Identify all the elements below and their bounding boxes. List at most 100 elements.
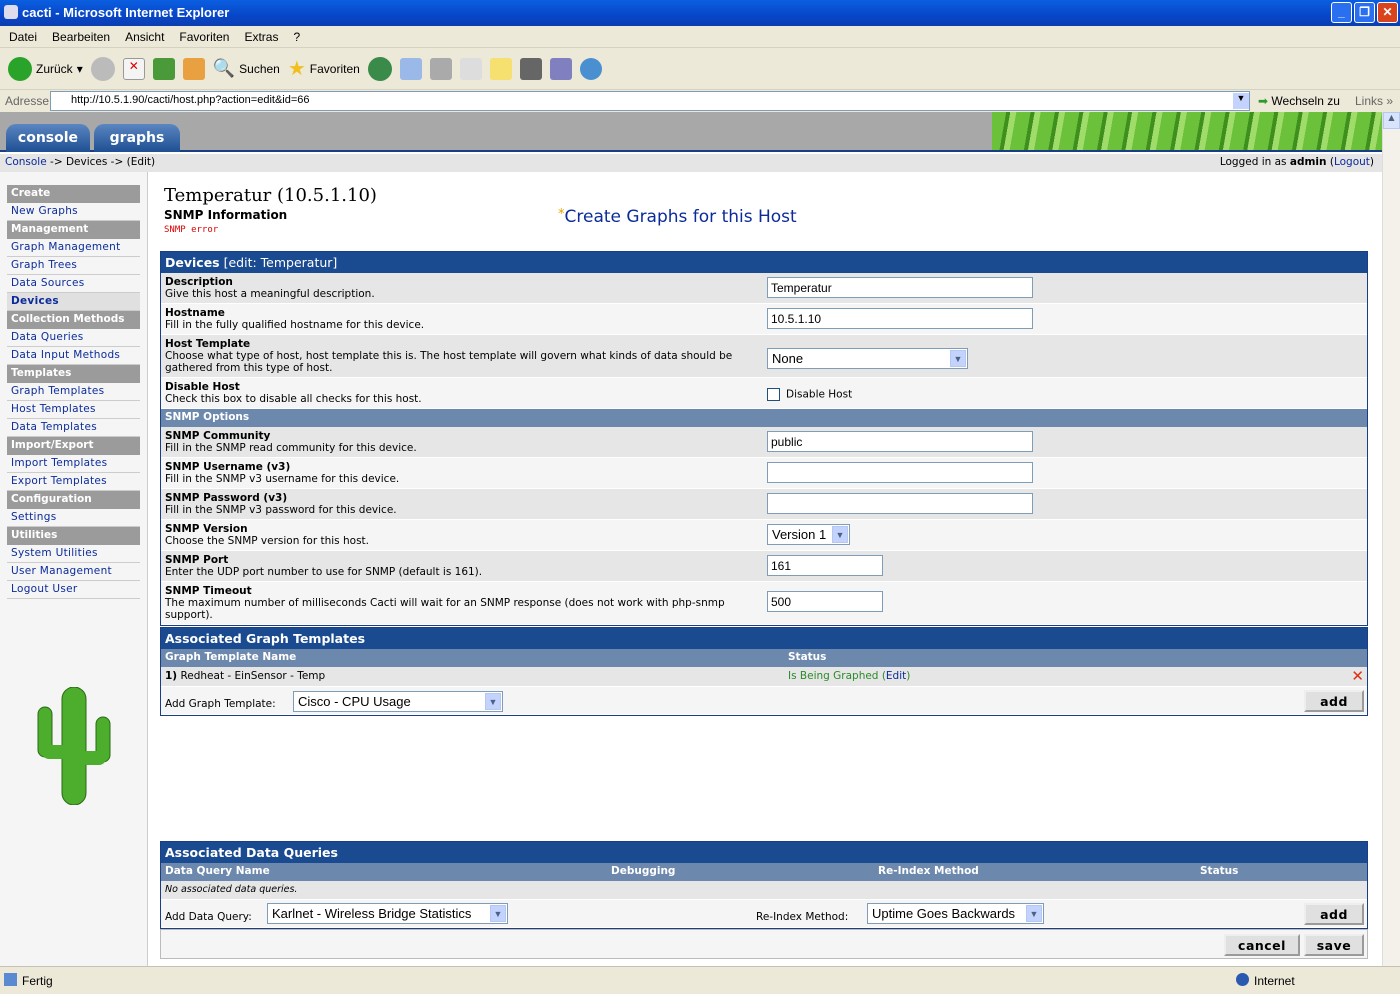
sidebar-item-data-queries[interactable]: Data Queries xyxy=(7,329,140,347)
host-template-select[interactable]: None ▼ xyxy=(767,348,968,369)
favorites-button[interactable]: ★ Favoriten xyxy=(288,56,360,81)
menu-datei[interactable]: Datei xyxy=(9,30,37,47)
page-icon xyxy=(4,973,17,986)
col-status: Status xyxy=(1200,865,1239,877)
address-input[interactable]: http://10.5.1.90/cacti/host.php?action=e… xyxy=(50,91,1250,111)
close-button[interactable]: ✕ xyxy=(1377,2,1398,23)
sidebar-header: Management xyxy=(7,221,140,239)
snmp-version-select[interactable]: Version 1 ▼ xyxy=(767,524,850,545)
graph-templates-title: Associated Graph Templates xyxy=(165,631,366,646)
field-control xyxy=(767,431,1033,452)
disable-host-checkbox[interactable] xyxy=(767,388,780,401)
sidebar-item-data-input-methods[interactable]: Data Input Methods xyxy=(7,347,140,365)
hostname-input[interactable] xyxy=(767,308,1033,329)
description-input[interactable] xyxy=(767,277,1033,298)
logout-link[interactable]: Logout xyxy=(1334,156,1370,168)
snmp-timeout-input[interactable] xyxy=(767,591,883,612)
mobile-button[interactable] xyxy=(519,57,542,80)
print-button[interactable] xyxy=(429,57,452,80)
sidebar: Create New Graphs Management Graph Manageme… xyxy=(0,172,148,966)
messenger-button[interactable] xyxy=(579,57,602,80)
sidebar-item-export-templates[interactable]: Export Templates xyxy=(7,473,140,491)
breadcrumb-console[interactable]: Console xyxy=(5,156,47,168)
tab-graphs[interactable]: graphs xyxy=(94,124,180,152)
graph-status: Is Being Graphed xyxy=(788,670,879,682)
sidebar-item-system-utilities[interactable]: System Utilities xyxy=(7,545,140,563)
field-control xyxy=(767,591,883,612)
forward-button[interactable] xyxy=(90,56,115,81)
sidebar-item-data-templates[interactable]: Data Templates xyxy=(7,419,140,437)
sidebar-item-graph-management[interactable]: Graph Management xyxy=(7,239,140,257)
vertical-scrollbar[interactable]: ▲ xyxy=(1382,112,1400,966)
sidebar-item-logout-user[interactable]: Logout User xyxy=(7,581,140,599)
sidebar-item-new-graphs[interactable]: New Graphs xyxy=(7,203,140,221)
mail-button[interactable] xyxy=(399,57,422,80)
stop-button[interactable]: ✕ xyxy=(122,57,145,80)
cancel-button[interactable]: cancel xyxy=(1224,934,1300,956)
logged-in-label: Logged in as xyxy=(1219,156,1290,168)
actions-bar: cancel save xyxy=(160,929,1368,959)
field-title: SNMP Version xyxy=(165,523,248,535)
menu-favoriten[interactable]: Favoriten xyxy=(179,30,229,47)
field-description: Fill in the SNMP read community for this… xyxy=(165,442,417,454)
research-button[interactable] xyxy=(549,57,572,80)
data-query-select[interactable]: Karlnet - Wireless Bridge Statistics ▼ xyxy=(267,903,508,924)
scroll-up-icon[interactable]: ▲ xyxy=(1383,112,1400,129)
devices-panel: Devices [edit: Temperatur] Description Gi… xyxy=(160,251,1368,626)
sidebar-item-import-templates[interactable]: Import Templates xyxy=(7,455,140,473)
sidebar-item-data-sources[interactable]: Data Sources xyxy=(7,275,140,293)
sidebar-item-devices[interactable]: Devices xyxy=(7,293,140,311)
add-graph-template-row: Add Graph Template: Cisco - CPU Usage ▼ a… xyxy=(161,687,1367,715)
sidebar-header: Utilities xyxy=(7,527,140,545)
window-title: cacti - Microsoft Internet Explorer xyxy=(22,5,230,20)
tab-header: console graphs xyxy=(0,112,1382,152)
history-button[interactable] xyxy=(367,56,392,81)
home-button[interactable] xyxy=(182,57,205,80)
add-graph-template-button[interactable]: add xyxy=(1304,690,1364,712)
refresh-button[interactable] xyxy=(152,57,175,80)
menu-bearbeiten[interactable]: Bearbeiten xyxy=(52,30,110,47)
go-button[interactable]: ➡ Wechseln zu xyxy=(1258,94,1340,108)
edit-link[interactable]: Edit xyxy=(886,670,906,682)
minimize-button[interactable]: _ xyxy=(1331,2,1352,23)
address-url: http://10.5.1.90/cacti/host.php?action=e… xyxy=(71,94,310,106)
chevron-down-icon: ▼ xyxy=(490,905,506,922)
add-data-query-button[interactable]: add xyxy=(1304,903,1364,925)
menu-extras[interactable]: Extras xyxy=(244,30,278,47)
empty-row: No associated data queries. xyxy=(161,881,1367,900)
create-graphs-link[interactable]: *Create Graphs for this Host xyxy=(558,207,797,227)
menu-help[interactable]: ? xyxy=(293,30,300,47)
sidebar-item-graph-templates[interactable]: Graph Templates xyxy=(7,383,140,401)
save-button[interactable]: save xyxy=(1304,934,1364,956)
snmp-port-input[interactable] xyxy=(767,555,883,576)
row-number: 1) xyxy=(165,670,178,682)
data-queries-panel: Associated Data Queries Data Query Name D… xyxy=(160,841,1368,929)
field-description: Give this host a meaningful description. xyxy=(165,288,375,300)
maximize-button[interactable]: ❐ xyxy=(1354,2,1375,23)
reindex-select[interactable]: Uptime Goes Backwards ▼ xyxy=(867,903,1044,924)
form-row: SNMP Version Choose the SNMP version for … xyxy=(161,520,1367,551)
snmp-password-v3-input[interactable] xyxy=(767,493,1033,514)
address-label: Adresse xyxy=(5,94,50,108)
links-button[interactable]: Links » xyxy=(1355,94,1393,108)
sidebar-item-graph-trees[interactable]: Graph Trees xyxy=(7,257,140,275)
menu-ansicht[interactable]: Ansicht xyxy=(125,30,164,47)
graph-template-select[interactable]: Cisco - CPU Usage ▼ xyxy=(293,691,503,712)
disable-host-checkbox-wrap[interactable]: Disable Host xyxy=(767,388,852,401)
delete-icon[interactable]: ✕ xyxy=(1351,667,1364,685)
tab-console[interactable]: console xyxy=(6,124,90,152)
field-title: Host Template xyxy=(165,338,251,350)
chevron-down-icon[interactable]: ▼ xyxy=(1233,93,1249,109)
sidebar-item-host-templates[interactable]: Host Templates xyxy=(7,401,140,419)
back-button[interactable]: Zurück ▾ xyxy=(8,56,83,81)
edit-button[interactable] xyxy=(459,57,482,80)
discuss-button[interactable] xyxy=(489,57,512,80)
field-title: Hostname xyxy=(165,307,225,319)
snmp-username-v3-input[interactable] xyxy=(767,462,1033,483)
snmp-community-input[interactable] xyxy=(767,431,1033,452)
sidebar-item-settings[interactable]: Settings xyxy=(7,509,140,527)
add-data-query-row: Add Data Query: Karlnet - Wireless Bridg… xyxy=(161,900,1367,928)
sidebar-item-user-management[interactable]: User Management xyxy=(7,563,140,581)
field-title: SNMP Port xyxy=(165,554,229,566)
search-button[interactable]: 🔍 Suchen xyxy=(213,58,280,79)
